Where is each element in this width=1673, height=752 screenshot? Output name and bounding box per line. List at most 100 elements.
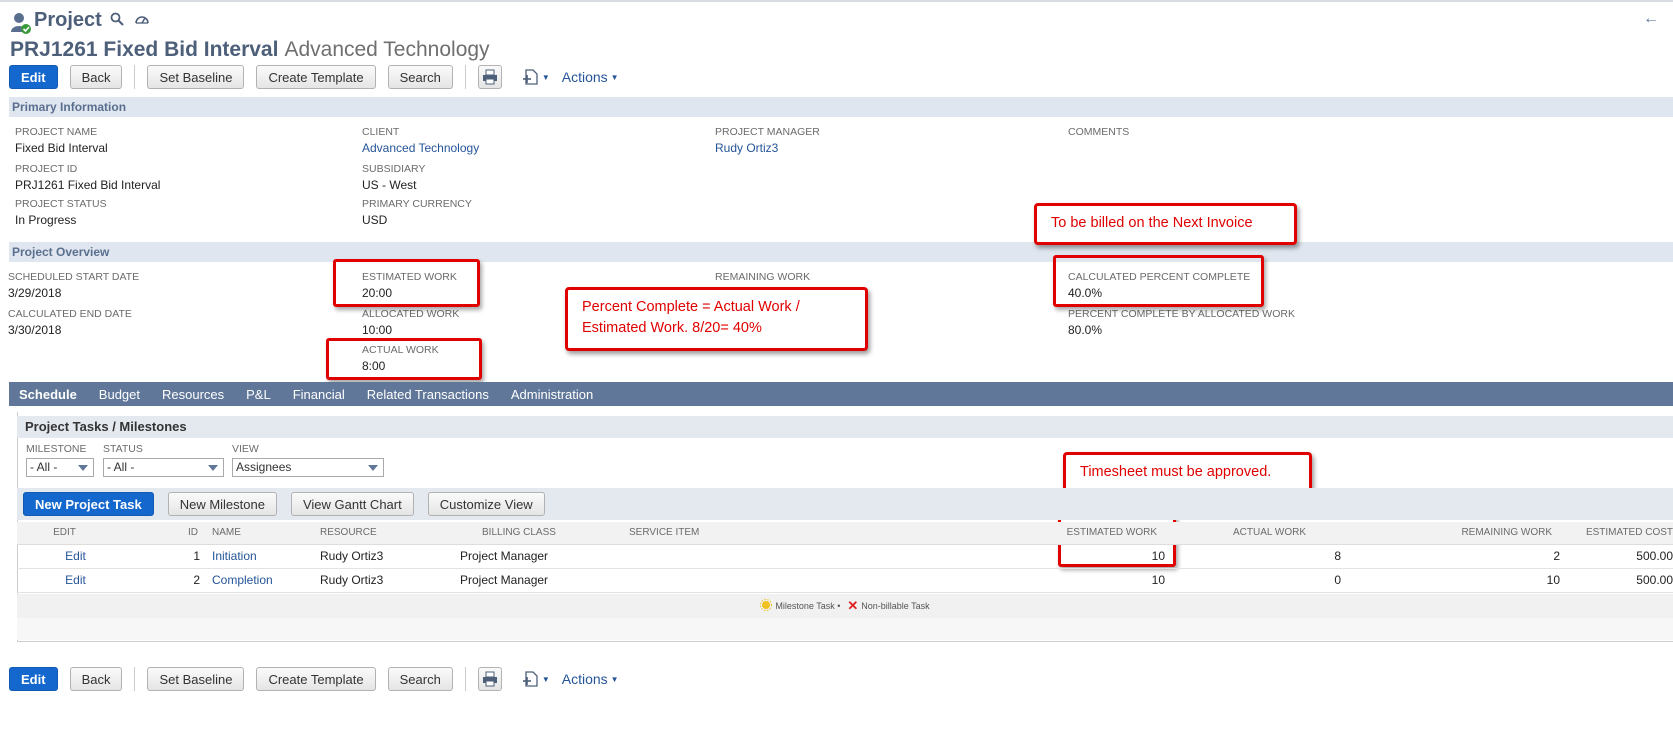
field-value: In Progress — [15, 213, 77, 227]
task-resource: Rudy Ortiz3 — [312, 544, 452, 569]
field-value: 10:00 — [362, 323, 393, 337]
edit-link[interactable]: Edit — [65, 549, 86, 563]
select-value: - All - — [107, 460, 135, 474]
select-value: - All - — [30, 460, 58, 474]
billed-callout: To be billed on the Next Invoice — [1034, 203, 1297, 245]
filter-label: VIEW — [232, 443, 259, 455]
column-header[interactable]: SERVICE ITEM — [617, 522, 877, 545]
tab-financial[interactable]: Financial — [293, 387, 345, 402]
customize-view-button[interactable]: Customize View — [427, 492, 545, 516]
actions-menu[interactable]: Actions ▼ — [562, 671, 619, 687]
back-button[interactable]: Back — [69, 65, 123, 89]
dashboard-icon[interactable] — [134, 12, 150, 28]
edit-button[interactable]: Edit — [9, 667, 58, 691]
chevron-down-icon: ▼ — [610, 72, 619, 82]
primary-information-header: Primary Information — [9, 97, 1673, 117]
primary-currency-field: PRIMARY CURRENCY USD — [362, 198, 472, 228]
field-label: PROJECT NAME — [15, 126, 98, 138]
tab-schedule[interactable]: Schedule — [19, 387, 77, 402]
column-header[interactable]: ESTIMATED COST — [1562, 522, 1673, 545]
task-billing-class: Project Manager — [452, 568, 617, 593]
column-header[interactable]: ID — [112, 522, 202, 545]
tasks-table: EDIT ID NAME RESOURCE BILLING CLASS SERV… — [17, 522, 1673, 593]
column-header[interactable]: NAME — [202, 522, 312, 545]
estimated-work-highlight — [333, 259, 480, 307]
tab-pl[interactable]: P&L — [246, 387, 271, 402]
print-icon[interactable] — [477, 65, 502, 89]
table-legend: Milestone Task • ✕ Non-billable Task — [17, 594, 1673, 618]
task-remaining-work: 2 — [1372, 544, 1562, 569]
client-link[interactable]: Advanced Technology — [362, 141, 479, 156]
column-header[interactable]: ESTIMATED WORK — [877, 522, 1167, 545]
milestone-select[interactable]: - All - — [26, 458, 94, 477]
scheduled-start-field: SCHEDULED START DATE 3/29/2018 — [8, 271, 139, 301]
tasks-milestones-title: Project Tasks / Milestones — [17, 416, 1673, 438]
search-icon[interactable] — [110, 12, 126, 28]
back-arrow-icon[interactable]: ← — [1643, 10, 1659, 28]
new-milestone-button[interactable]: New Milestone — [167, 492, 277, 516]
task-name-link[interactable]: Completion — [212, 573, 273, 587]
field-label: PROJECT STATUS — [15, 198, 107, 210]
filter-label: MILESTONE — [26, 443, 87, 455]
set-baseline-button[interactable]: Set Baseline — [147, 65, 245, 89]
task-service-item — [617, 544, 877, 569]
field-label: COMMENTS — [1068, 126, 1130, 138]
new-project-task-button[interactable]: New Project Task — [23, 492, 154, 516]
status-select[interactable]: - All - — [103, 458, 224, 477]
actions-label: Actions — [561, 69, 608, 85]
back-button[interactable]: Back — [69, 667, 123, 691]
project-manager-link[interactable]: Rudy Ortiz3 — [715, 141, 820, 156]
bottom-toolbar: Edit Back Set Baseline Create Template S… — [9, 667, 619, 691]
tab-budget[interactable]: Budget — [99, 387, 140, 402]
legend-milestone-label: Milestone Task • — [775, 601, 841, 611]
edit-link[interactable]: Edit — [65, 573, 86, 587]
select-value: Assignees — [236, 460, 292, 474]
task-actual-work: 0 — [1167, 568, 1372, 593]
view-gantt-chart-button[interactable]: View Gantt Chart — [290, 492, 414, 516]
column-header[interactable]: REMAINING WORK — [1372, 522, 1562, 545]
project-user-icon — [10, 12, 31, 34]
task-estimated-cost: 500.00 — [1562, 544, 1673, 569]
new-document-icon[interactable]: ▼ — [522, 670, 550, 688]
milestone-icon — [760, 599, 773, 613]
chevron-down-icon — [78, 465, 88, 471]
record-id: PRJ1261 Fixed Bid Interval — [10, 38, 279, 61]
field-value: Fixed Bid Interval — [15, 141, 108, 155]
tab-resources[interactable]: Resources — [162, 387, 224, 402]
tab-related-transactions[interactable]: Related Transactions — [367, 387, 489, 402]
tab-administration[interactable]: Administration — [511, 387, 593, 402]
view-filter: VIEW Assignees — [232, 443, 385, 477]
create-template-button[interactable]: Create Template — [256, 667, 376, 691]
field-value: PRJ1261 Fixed Bid Interval — [15, 178, 161, 192]
task-estimated-work: 10 — [877, 568, 1167, 593]
percent-formula-callout: Percent Complete = Actual Work / Estimat… — [565, 287, 868, 351]
create-template-button[interactable]: Create Template — [256, 65, 376, 89]
task-id: 1 — [112, 544, 202, 569]
view-select[interactable]: Assignees — [232, 458, 384, 477]
subtab-bar: Schedule Budget Resources P&L Financial … — [9, 382, 1673, 406]
search-button[interactable]: Search — [387, 65, 453, 89]
set-baseline-button[interactable]: Set Baseline — [147, 667, 245, 691]
column-header[interactable]: BILLING CLASS — [452, 522, 617, 545]
task-remaining-work: 10 — [1372, 568, 1562, 593]
actions-menu[interactable]: Actions ▼ — [562, 69, 619, 85]
print-icon[interactable] — [477, 667, 502, 691]
task-name-link[interactable]: Initiation — [212, 549, 257, 563]
task-estimated-cost: 500.00 — [1562, 568, 1673, 593]
top-toolbar: Edit Back Set Baseline Create Template S… — [9, 65, 619, 89]
edit-button[interactable]: Edit — [9, 65, 58, 89]
column-header[interactable]: ACTUAL WORK — [1167, 522, 1372, 545]
status-filter: STATUS - All - — [103, 443, 225, 477]
table-row: Edit 2 Completion Rudy Ortiz3 Project Ma… — [17, 568, 1673, 593]
comments-field: COMMENTS — [1068, 126, 1129, 139]
column-header[interactable]: RESOURCE — [312, 522, 452, 545]
legend-nonbillable-label: Non-billable Task — [861, 601, 930, 611]
search-button[interactable]: Search — [387, 667, 453, 691]
remaining-work-field: REMAINING WORK — [715, 271, 810, 284]
filter-label: STATUS — [103, 443, 143, 455]
column-header[interactable]: EDIT — [17, 522, 112, 545]
chevron-down-icon: ▼ — [610, 674, 619, 684]
chevron-down-icon: ▼ — [541, 72, 550, 82]
new-document-icon[interactable]: ▼ — [522, 68, 550, 86]
project-status-field: PROJECT STATUS In Progress — [15, 198, 107, 228]
